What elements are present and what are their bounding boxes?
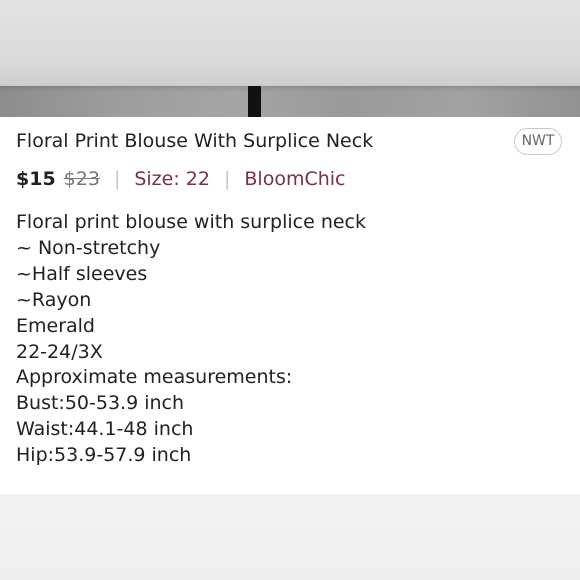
description-line: ~Rayon — [16, 288, 92, 311]
description-line: 22-24/3X — [16, 340, 103, 363]
description-line: ~Half sleeves — [16, 262, 148, 285]
photo-hanger-post — [248, 86, 261, 117]
divider: | — [223, 168, 231, 190]
background-area — [0, 494, 580, 580]
original-price: $23 — [63, 168, 100, 190]
description-line: Floral print blouse with surplice neck — [16, 211, 366, 233]
description-line: Hip:53.9-57.9 inch — [16, 444, 192, 467]
listing-title: Floral Print Blouse With Surplice Neck — [16, 130, 374, 152]
price: $15 — [16, 168, 56, 190]
description-line: Approximate measurements: — [16, 366, 293, 389]
photo-shelf — [0, 86, 580, 117]
description-line: ~ Non-stretchy — [16, 236, 161, 259]
description-line: Emerald — [16, 314, 95, 337]
product-photo[interactable] — [0, 0, 580, 117]
brand-link[interactable]: BloomChic — [244, 168, 345, 190]
size-link[interactable]: Size: 22 — [134, 168, 210, 190]
price-size-brand-row: $15 $23 | Size: 22 | BloomChic — [16, 166, 345, 192]
condition-badge: NWT — [514, 128, 562, 155]
description-line: Waist:44.1-48 inch — [16, 418, 194, 441]
divider: | — [113, 168, 121, 190]
listing-description: Floral print blouse with surplice neck ~… — [16, 210, 366, 469]
listing-screen: Floral Print Blouse With Surplice Neck N… — [0, 0, 580, 580]
description-line: Bust:50-53.9 inch — [16, 392, 185, 415]
